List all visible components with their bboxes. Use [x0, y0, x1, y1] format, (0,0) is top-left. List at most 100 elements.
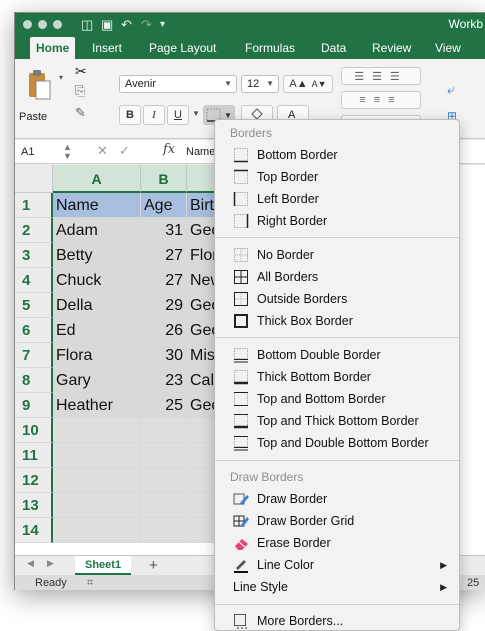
table-cell[interactable]: [53, 493, 141, 518]
insert-function-icon[interactable]: fx: [163, 142, 175, 157]
font-name-dropdown[interactable]: Avenir ▼: [119, 75, 237, 93]
table-cell[interactable]: Ed: [53, 318, 141, 343]
cancel-formula-icon[interactable]: ✕: [97, 143, 108, 159]
table-cell[interactable]: Age: [141, 193, 187, 218]
menu-item-top-border[interactable]: Top Border: [215, 166, 459, 188]
menu-item-top-bottom-border[interactable]: Top and Bottom Border: [215, 388, 459, 410]
undo-icon[interactable]: ↶: [121, 17, 132, 33]
sidebar-toggle-icon[interactable]: ◫: [81, 17, 93, 33]
table-cell[interactable]: 27: [141, 243, 187, 268]
zoom-level[interactable]: 25: [467, 575, 479, 590]
row-header[interactable]: 10: [15, 418, 53, 443]
table-cell[interactable]: 25: [141, 393, 187, 418]
column-header-b[interactable]: B: [141, 165, 187, 193]
add-sheet-button[interactable]: +: [149, 556, 158, 575]
menu-item-line-color[interactable]: Line Color ▶: [215, 554, 459, 576]
table-cell[interactable]: 31: [141, 218, 187, 243]
row-header[interactable]: 3: [15, 243, 53, 268]
macro-record-icon[interactable]: ⌗: [87, 575, 93, 590]
italic-button[interactable]: I: [143, 105, 165, 125]
menu-item-right-border[interactable]: Right Border: [215, 210, 459, 232]
table-cell[interactable]: 26: [141, 318, 187, 343]
table-cell[interactable]: [141, 493, 187, 518]
table-cell[interactable]: [141, 418, 187, 443]
tab-formulas[interactable]: Formulas: [239, 37, 301, 59]
table-cell[interactable]: Adam: [53, 218, 141, 243]
menu-item-top-double-bottom-border[interactable]: Top and Double Bottom Border: [215, 432, 459, 454]
vertical-align-group[interactable]: ☰☰☰: [341, 67, 421, 85]
row-header[interactable]: 6: [15, 318, 53, 343]
menu-item-thick-box-border[interactable]: Thick Box Border: [215, 310, 459, 332]
font-size-dropdown[interactable]: 12 ▼: [241, 75, 279, 93]
shrink-font-button[interactable]: A▼: [312, 79, 327, 89]
sheet-tab-sheet1[interactable]: Sheet1: [75, 556, 132, 575]
tab-data[interactable]: Data: [315, 37, 352, 59]
menu-item-thick-bottom-border[interactable]: Thick Bottom Border: [215, 366, 459, 388]
underline-chevron-icon[interactable]: ▼: [192, 109, 200, 118]
row-header[interactable]: 7: [15, 343, 53, 368]
cut-icon[interactable]: ✂: [75, 63, 87, 80]
underline-button[interactable]: U: [167, 105, 189, 125]
menu-item-more-borders[interactable]: More Borders...: [215, 610, 459, 631]
table-cell[interactable]: [53, 468, 141, 493]
menu-item-outside-borders[interactable]: Outside Borders: [215, 288, 459, 310]
wrap-text-icon[interactable]: ⤶: [447, 81, 455, 98]
tab-view[interactable]: View: [429, 37, 467, 59]
format-painter-icon[interactable]: ✎: [75, 105, 86, 121]
menu-item-line-style[interactable]: Line Style ▶: [215, 576, 459, 598]
table-cell[interactable]: Gary: [53, 368, 141, 393]
column-header-a[interactable]: A: [53, 165, 141, 193]
row-header[interactable]: 12: [15, 468, 53, 493]
table-cell[interactable]: Heather: [53, 393, 141, 418]
row-header[interactable]: 4: [15, 268, 53, 293]
table-cell[interactable]: Betty: [53, 243, 141, 268]
tab-review[interactable]: Review: [366, 37, 417, 59]
table-cell[interactable]: 27: [141, 268, 187, 293]
confirm-formula-icon[interactable]: ✓: [119, 143, 130, 159]
menu-item-top-thick-bottom-border[interactable]: Top and Thick Bottom Border: [215, 410, 459, 432]
table-cell[interactable]: [141, 468, 187, 493]
menu-item-draw-border-grid[interactable]: Draw Border Grid: [215, 510, 459, 532]
zoom-window-button[interactable]: [53, 20, 62, 29]
table-cell[interactable]: [53, 418, 141, 443]
customize-toolbar-icon[interactable]: ▾: [160, 17, 165, 33]
menu-item-bottom-double-border[interactable]: Bottom Double Border: [215, 344, 459, 366]
table-cell[interactable]: 23: [141, 368, 187, 393]
horizontal-align-group[interactable]: ≡≡≡: [341, 91, 421, 109]
row-header[interactable]: 14: [15, 518, 53, 543]
row-header[interactable]: 11: [15, 443, 53, 468]
paste-options-chevron-icon[interactable]: ▾: [59, 73, 63, 82]
close-window-button[interactable]: [23, 20, 32, 29]
save-icon[interactable]: ▣: [101, 17, 113, 33]
table-cell[interactable]: [53, 518, 141, 543]
table-cell[interactable]: [53, 443, 141, 468]
table-cell[interactable]: Chuck: [53, 268, 141, 293]
select-all-corner[interactable]: [15, 165, 53, 193]
row-header[interactable]: 13: [15, 493, 53, 518]
name-box-stepper-icon[interactable]: ▲ ▼: [63, 143, 72, 161]
menu-item-no-border[interactable]: No Border: [215, 244, 459, 266]
redo-icon[interactable]: ↷: [141, 17, 152, 33]
copy-icon[interactable]: ⎘: [75, 83, 85, 99]
formula-input[interactable]: Name: [186, 143, 215, 161]
row-header[interactable]: 8: [15, 368, 53, 393]
prev-sheet-icon[interactable]: ◀: [27, 558, 34, 569]
tab-page-layout[interactable]: Page Layout: [143, 37, 222, 59]
row-header[interactable]: 2: [15, 218, 53, 243]
tab-home[interactable]: Home: [30, 37, 76, 59]
menu-item-bottom-border[interactable]: Bottom Border: [215, 144, 459, 166]
table-cell[interactable]: Flora: [53, 343, 141, 368]
menu-item-erase-border[interactable]: Erase Border: [215, 532, 459, 554]
grow-font-button[interactable]: A▲: [289, 78, 307, 90]
row-header[interactable]: 1: [15, 193, 53, 218]
paste-button[interactable]: [21, 67, 57, 109]
table-cell[interactable]: 30: [141, 343, 187, 368]
bold-button[interactable]: B: [119, 105, 141, 125]
tab-insert[interactable]: Insert: [86, 37, 128, 59]
table-cell[interactable]: Name: [53, 193, 141, 218]
table-cell[interactable]: [141, 443, 187, 468]
table-cell[interactable]: Della: [53, 293, 141, 318]
row-header[interactable]: 9: [15, 393, 53, 418]
table-cell[interactable]: 29: [141, 293, 187, 318]
menu-item-all-borders[interactable]: All Borders: [215, 266, 459, 288]
